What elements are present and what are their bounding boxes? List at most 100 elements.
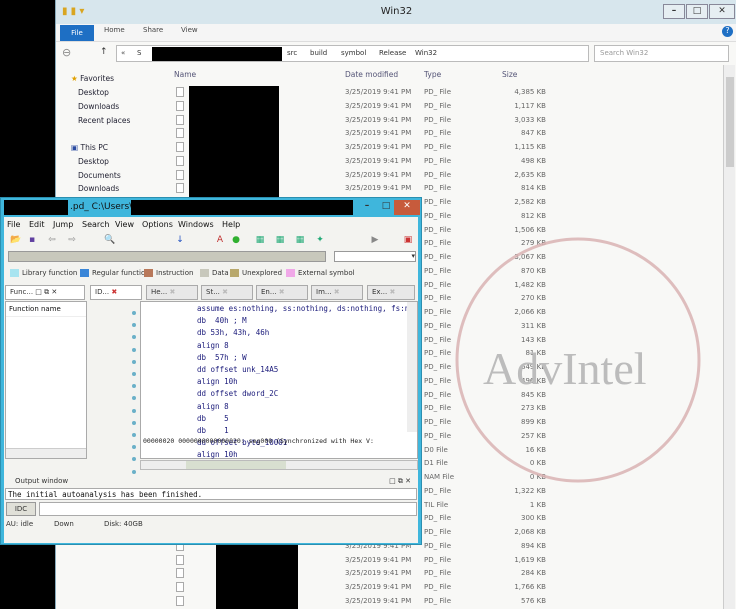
code-line[interactable]: align 8 [197,340,409,352]
flow-dot [132,408,136,413]
close-tab-icon[interactable]: ✖ [111,288,117,296]
idc-button[interactable]: IDC [6,502,36,516]
navigation-band[interactable] [8,251,326,262]
legend-item: Unexplored [230,269,282,277]
legend-swatch [80,269,89,277]
tab-view[interactable]: ID... ✖ [90,285,142,300]
tab-functions[interactable]: Func... □ ⧉ ✕ [5,285,85,300]
close-tab-icon[interactable]: ✖ [389,288,395,296]
functions-pane: Function name [5,301,87,459]
legend-item: Instruction [144,269,193,277]
search-icon[interactable]: 🔍 [104,235,116,249]
legend-label: Regular function [92,269,150,277]
flow-dot [132,445,136,450]
close-tab-icon[interactable]: ✖ [169,288,175,296]
code-line[interactable]: db 57h ; W [197,352,409,364]
tab-view[interactable]: He... ✖ [146,285,198,300]
graph-icon[interactable]: ▦ [274,235,286,249]
graph-icon[interactable]: ✦ [314,235,326,249]
function-name-header[interactable]: Function name [6,302,86,317]
close-button[interactable]: ✕ [394,200,420,215]
legend-swatch [144,269,153,277]
output-window-header: Output window □ ⧉ ✕ [15,477,411,485]
code-line[interactable]: assume es:nothing, ss:nothing, ds:nothin… [197,303,409,315]
legend-item: Data [200,269,229,277]
code-line[interactable]: db 40h ; M [197,315,409,327]
back-icon[interactable]: ⇦ [46,235,58,249]
tab-view[interactable]: Ex... ✖ [367,285,415,300]
sync-status: 00000020 0000000000000020: seg000 (Synch… [143,437,374,445]
segment-dropdown[interactable]: ▾ [334,251,416,262]
code-line[interactable]: align 10h [197,376,409,388]
flow-dot [132,372,136,376]
code-line[interactable]: align 8 [197,401,409,413]
flow-dot [132,457,136,462]
close-tab-icon[interactable]: ✖ [279,288,285,296]
legend-label: Unexplored [242,269,283,277]
menu-windows[interactable]: Windows [178,220,214,229]
code-line[interactable]: dd offset dword_2C [197,388,409,400]
close-tab-icon[interactable]: ✖ [334,288,340,296]
flow-dot [132,347,136,352]
menu-edit[interactable]: Edit [29,220,45,229]
menu-search[interactable]: Search [82,220,109,229]
menu-help[interactable]: Help [222,220,240,229]
legend-item: External symbol [286,269,355,277]
disassembly-view[interactable]: assume es:nothing, ss:nothing, ds:nothin… [140,301,418,472]
legend-item: Regular function [80,269,150,277]
flow-dot [132,311,136,315]
save-icon[interactable]: ▪ [26,235,38,249]
watermark-text: AdvIntel [483,343,647,394]
legend-swatch [10,269,19,277]
flow-dot [132,359,136,364]
flow-dot [132,469,136,474]
ida-client: File Edit Jump Search View Options Windows Help… [4,217,418,543]
tab-view[interactable]: En... ✖ [256,285,308,300]
legend-item: Library function [10,269,77,277]
disassembly-listing: assume es:nothing, ss:nothing, ds:nothin… [197,303,409,474]
flow-dot [132,323,136,328]
legend-label: External symbol [298,269,355,277]
flow-dot [132,420,136,425]
horizontal-scrollbar[interactable] [140,460,418,470]
flow-dot [132,335,136,340]
graph-icon[interactable]: ▦ [254,235,266,249]
tab-view[interactable]: St... ✖ [201,285,253,300]
output-text: The initial autoanalysis has been finish… [5,488,417,500]
text-search-icon[interactable]: A [214,235,226,249]
legend-swatch [200,269,209,277]
legend-swatch [286,269,295,277]
legend-swatch [230,269,239,277]
graph-icon[interactable]: ▦ [294,235,306,249]
debug-icon[interactable]: ▶ [369,235,381,249]
status-au: AU: idle [6,520,34,528]
legend-label: Data [212,269,229,277]
status-direction: Down [54,520,74,528]
ida-title: .pd_ C:\Users\ [70,202,133,212]
open-icon[interactable]: 📂 [10,235,22,249]
menu-view[interactable]: View [115,220,134,229]
jump-icon[interactable]: ↓ [174,235,186,249]
horizontal-scrollbar[interactable] [6,448,86,458]
debug-icon[interactable]: ▣ [402,235,414,249]
tab-view[interactable]: Im... ✖ [311,285,363,300]
close-tab-icon[interactable]: ✖ [222,288,228,296]
command-input[interactable] [39,502,417,516]
legend-label: Library function [22,269,78,277]
menu-jump[interactable]: Jump [53,220,73,229]
code-line[interactable]: db 53h, 43h, 46h [197,327,409,339]
flow-dot [132,384,136,389]
flow-dot [132,396,136,401]
redacted-title [4,200,68,215]
forward-icon[interactable]: ⇨ [66,235,78,249]
run-icon[interactable]: ● [230,235,242,249]
code-line[interactable]: dd offset unk_14A5 [197,364,409,376]
menu-file[interactable]: File [7,220,20,229]
code-line[interactable]: db 5 [197,413,409,425]
vertical-scrollbar[interactable] [407,302,417,432]
ida-window: .pd_ C:\Users\ – □ ✕ File Edit Jump Search V… [0,197,422,545]
status-disk: Disk: 40GB [104,520,143,528]
menu-options[interactable]: Options [142,220,173,229]
redacted-title [131,200,353,215]
legend-label: Instruction [156,269,194,277]
